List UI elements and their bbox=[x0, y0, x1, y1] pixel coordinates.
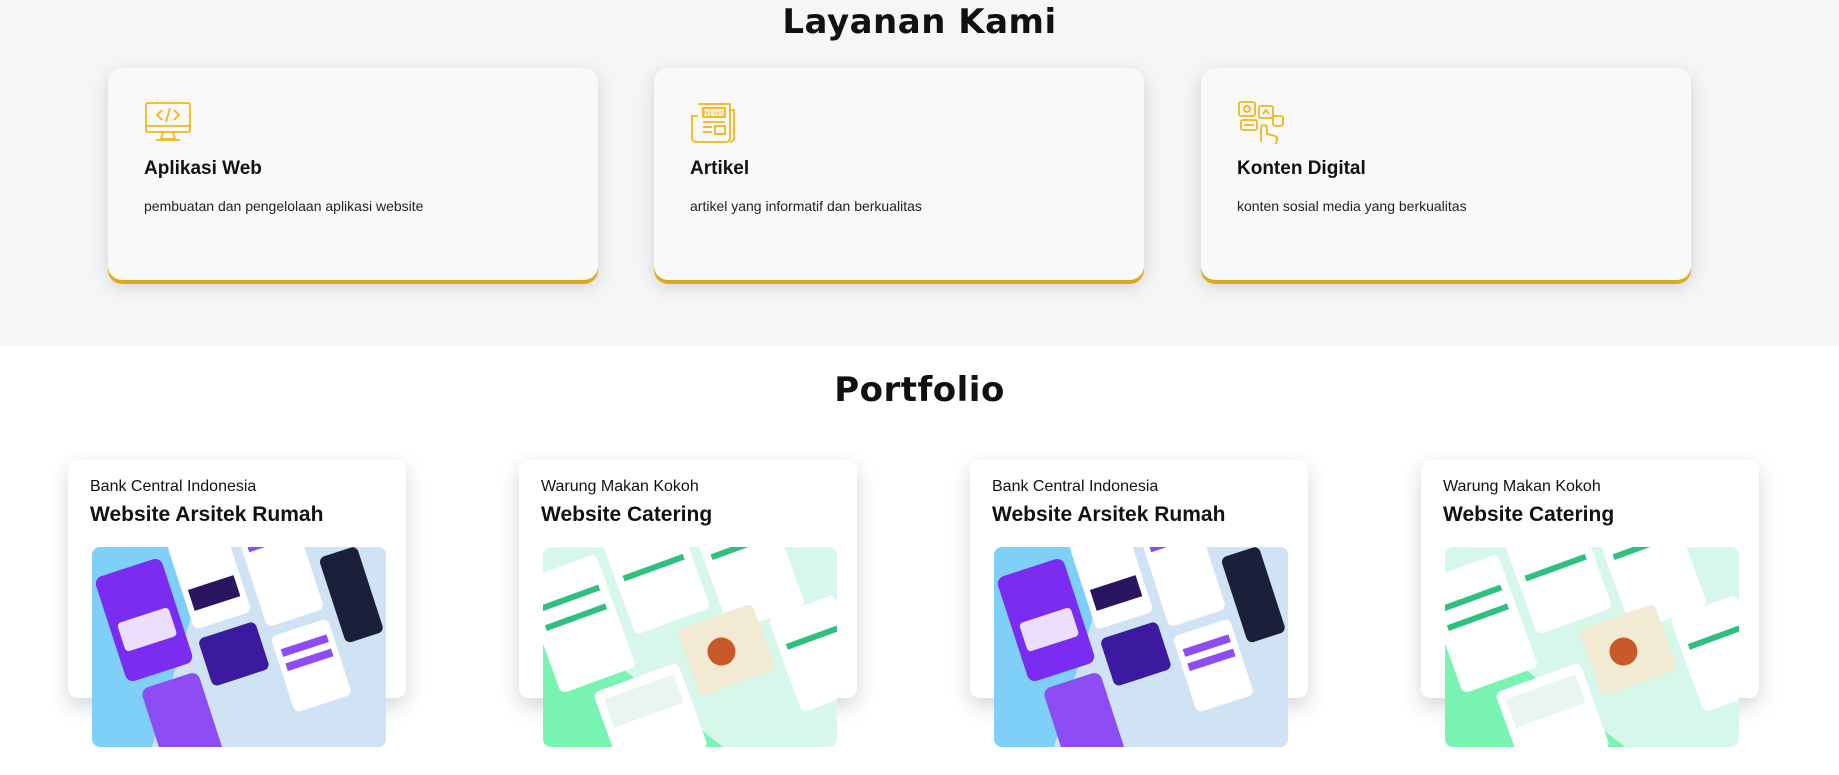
portfolio-thumbnail-image[interactable] bbox=[92, 547, 386, 747]
portfolio-card[interactable]: Bank Central Indonesia Website Arsitek R… bbox=[970, 460, 1308, 747]
portfolio-client: Warung Makan Kokoh bbox=[541, 478, 699, 495]
portfolio-client: Bank Central Indonesia bbox=[90, 478, 257, 495]
service-card-article[interactable]: NEWS Artikel artikel yang informatif dan… bbox=[654, 68, 1144, 280]
portfolio-card[interactable]: Bank Central Indonesia Website Arsitek R… bbox=[68, 460, 406, 747]
monitor-code-icon bbox=[144, 100, 192, 144]
service-title: Konten Digital bbox=[1237, 158, 1366, 179]
portfolio-title: Website Catering bbox=[1443, 503, 1615, 526]
portfolio-card[interactable]: Warung Makan Kokoh Website Catering bbox=[1421, 460, 1759, 747]
portfolio-title: Website Catering bbox=[541, 503, 713, 526]
portfolio-thumbnail-image[interactable] bbox=[994, 547, 1288, 747]
portfolio-thumbnail-image[interactable] bbox=[1445, 547, 1739, 747]
newspaper-icon: NEWS bbox=[690, 100, 738, 144]
services-heading: Layanan Kami bbox=[782, 2, 1057, 42]
service-card-web-app[interactable]: Aplikasi Web pembuatan dan pengelolaan a… bbox=[108, 68, 598, 280]
portfolio-heading: Portfolio bbox=[834, 370, 1005, 410]
portfolio-client: Bank Central Indonesia bbox=[992, 478, 1159, 495]
services-section: Layanan Kami Aplikasi Web pembuatan dan … bbox=[0, 0, 1839, 346]
service-title: Artikel bbox=[690, 158, 750, 179]
social-content-icon bbox=[1237, 100, 1285, 147]
service-description: pembuatan dan pengelolaan aplikasi websi… bbox=[144, 198, 424, 214]
service-description: konten sosial media yang berkualitas bbox=[1237, 198, 1467, 214]
portfolio-title: Website Arsitek Rumah bbox=[90, 503, 324, 526]
service-card-digital-content[interactable]: Konten Digital konten sosial media yang … bbox=[1201, 68, 1691, 280]
portfolio-card[interactable]: Warung Makan Kokoh Website Catering bbox=[519, 460, 857, 747]
portfolio-thumbnail-image[interactable] bbox=[543, 547, 837, 747]
service-title: Aplikasi Web bbox=[144, 158, 262, 179]
portfolio-title: Website Arsitek Rumah bbox=[992, 503, 1226, 526]
svg-text:NEWS: NEWS bbox=[703, 110, 725, 118]
service-description: artikel yang informatif dan berkualitas bbox=[690, 198, 922, 214]
portfolio-client: Warung Makan Kokoh bbox=[1443, 478, 1601, 495]
